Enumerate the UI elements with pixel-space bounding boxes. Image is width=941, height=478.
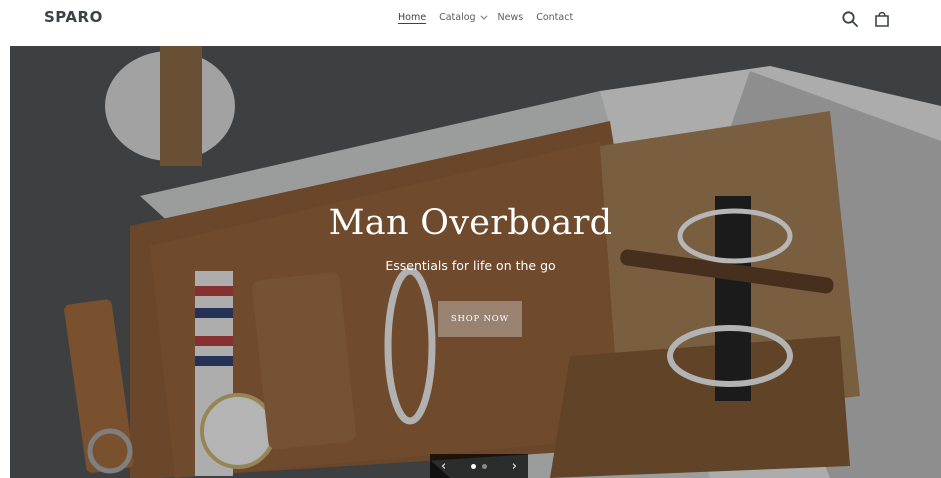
header-icons — [841, 10, 891, 28]
slide-dot[interactable] — [471, 463, 476, 469]
nav-item-label: Home — [398, 12, 427, 23]
chevron-left-icon[interactable]: ‹ — [441, 460, 446, 473]
slideshow-controls: ‹ › — [430, 454, 528, 478]
hero-subtitle: Essentials for life on the go — [385, 258, 556, 273]
slide-dots — [471, 463, 487, 469]
nav-item-label: Catalog — [439, 12, 476, 23]
nav-item-home[interactable]: Home — [398, 12, 426, 23]
hero-slideshow: Man Overboard Essentials for life on the… — [10, 46, 941, 478]
slide-dot[interactable] — [482, 463, 487, 469]
nav-item-catalog[interactable]: Catalog — [439, 12, 487, 23]
site-header: SPARO Home Catalog News Contact — [0, 0, 941, 46]
main-nav: Home Catalog News Contact — [398, 12, 586, 23]
chevron-down-icon — [479, 12, 487, 20]
nav-item-label: Contact — [536, 12, 574, 23]
hero-title: Man Overboard — [328, 203, 613, 243]
nav-item-news[interactable]: News — [498, 12, 524, 23]
search-icon[interactable] — [841, 10, 859, 28]
chevron-right-icon[interactable]: › — [512, 460, 517, 473]
cart-icon[interactable] — [873, 10, 891, 28]
nav-item-label: News — [497, 12, 524, 23]
shop-now-button[interactable]: SHOP NOW — [438, 301, 522, 337]
site-logo[interactable]: SPARO — [44, 8, 103, 26]
nav-item-contact[interactable]: Contact — [536, 12, 573, 23]
